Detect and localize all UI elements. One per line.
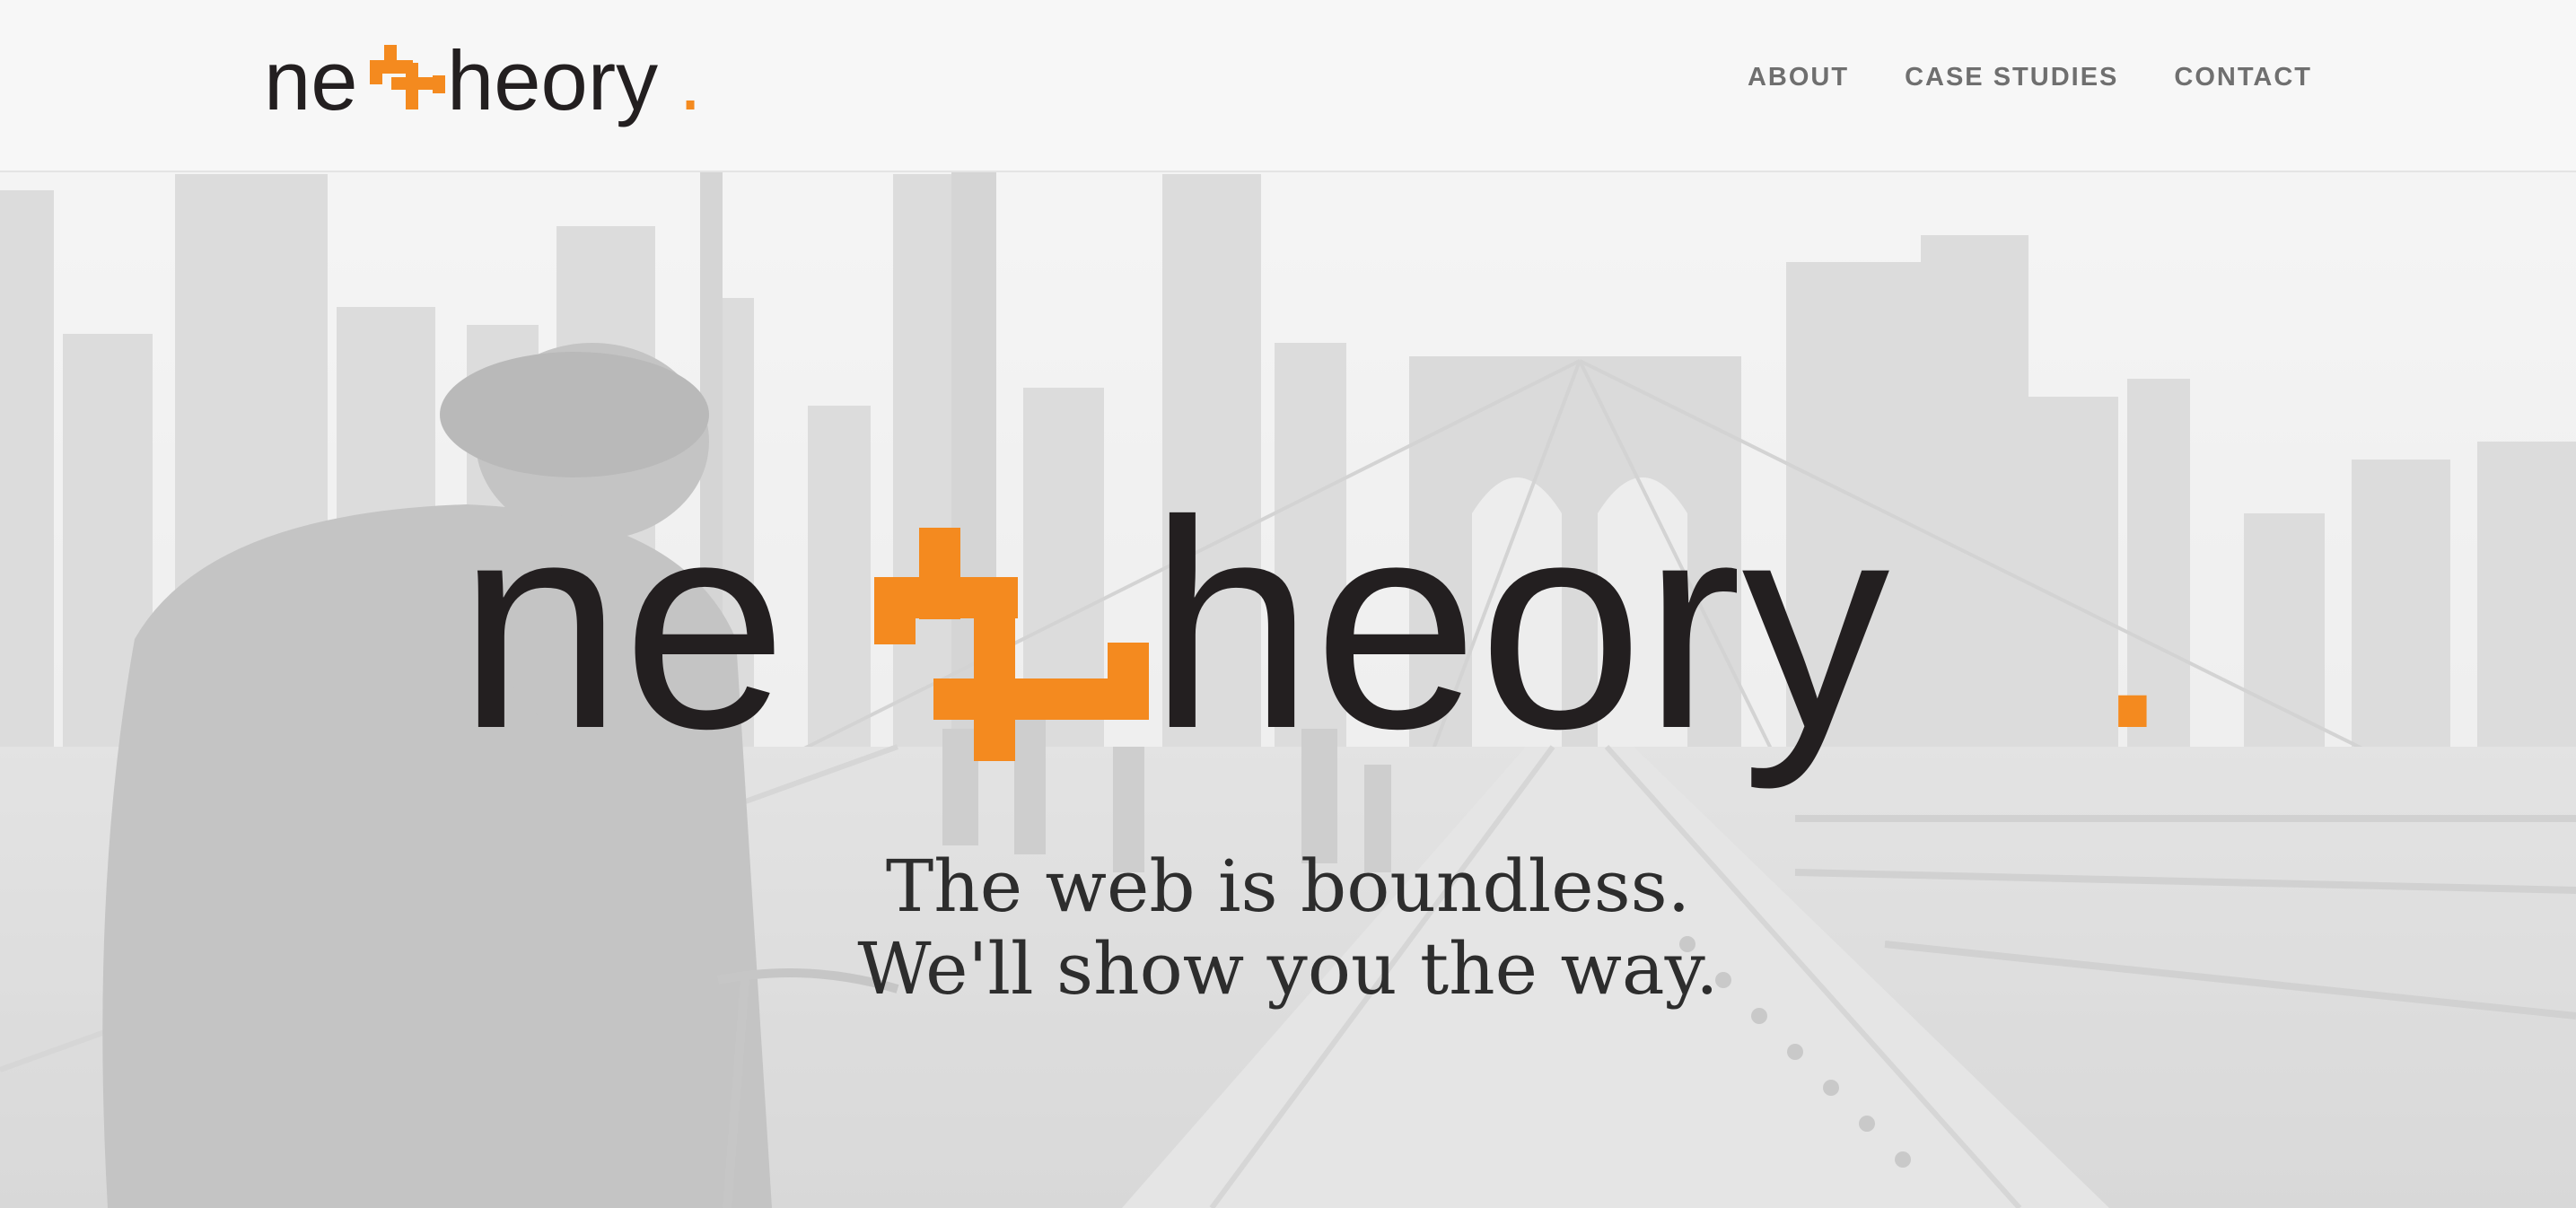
tagline-line-2: We'll show you the way. bbox=[857, 927, 1719, 1011]
nav-about[interactable]: ABOUT bbox=[1748, 63, 1849, 92]
hero-tagline: The web is boundless. We'll show you the… bbox=[0, 845, 2576, 1011]
hero-logo-text-pre: ne bbox=[458, 485, 787, 790]
logo-small-text-post: heory bbox=[447, 33, 658, 127]
logo-small-dot: . bbox=[679, 33, 702, 127]
hero-logo-text-post: heory bbox=[1149, 485, 1889, 792]
hero-logo-tt-glyph bbox=[874, 528, 1149, 761]
site-header: ne heory . ABOUT CASE STUDIES CONTACT bbox=[0, 0, 2576, 172]
tagline-line-1: The web is boundless. bbox=[885, 845, 1691, 928]
nav-case-studies[interactable]: CASE STUDIES bbox=[1905, 63, 2118, 92]
nav-contact[interactable]: CONTACT bbox=[2174, 63, 2312, 92]
logo-small-text-pre: ne bbox=[264, 33, 358, 127]
hero-logo-dot: . bbox=[2091, 485, 2163, 790]
logo-small[interactable]: ne heory . bbox=[264, 27, 704, 135]
logo-small-tt-glyph bbox=[370, 45, 445, 109]
hero-section: ne heory . The web is boundless. We'll s… bbox=[0, 172, 2576, 1208]
hero-logo: ne heory . bbox=[458, 485, 2163, 792]
main-nav: ABOUT CASE STUDIES CONTACT bbox=[1748, 63, 2312, 92]
